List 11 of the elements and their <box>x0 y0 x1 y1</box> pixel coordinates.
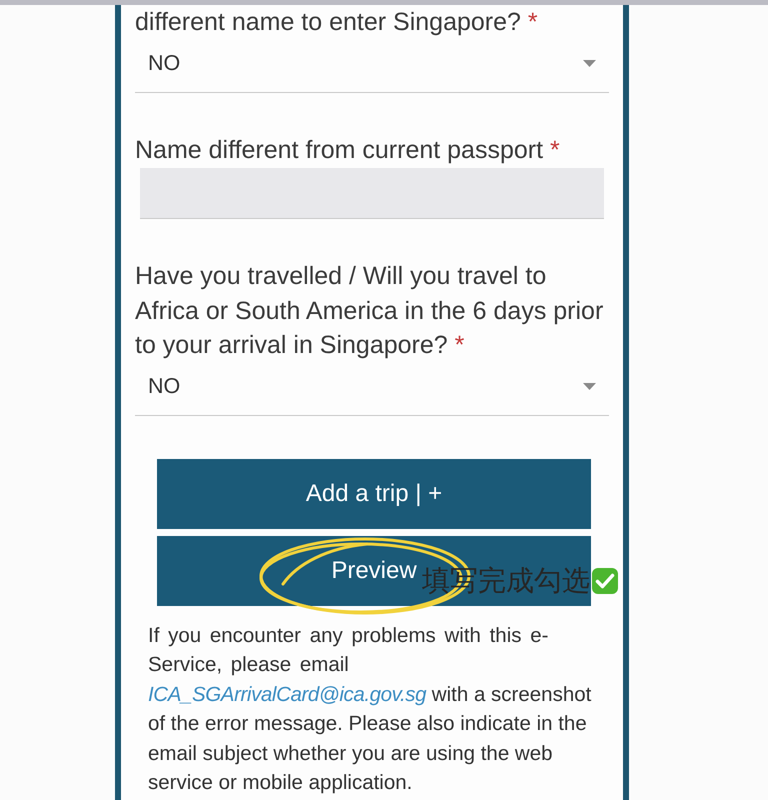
field-label: different name to enter Singapore? * <box>135 7 539 38</box>
field-label: Name different from current passport * <box>135 134 561 166</box>
dropdown-caret-icon <box>583 383 596 390</box>
field-label: Have you travelled / Will you travel to Africa or South America in the 6 days prior to your arrival in Singapore? * <box>135 261 604 361</box>
check-mark-icon <box>592 568 618 594</box>
help-text: If you encounter any problems with this e-Service, please email ICA_SGArrivalCard@ica.gov.sg with a screenshot of the error message. Please also indicate in the email subject whether you are using the web service or mobile application. <box>148 622 592 796</box>
dropdown-field[interactable]: NO <box>135 362 609 416</box>
email-link[interactable]: ICA_SGArrivalCard@ica.gov.sg <box>148 682 426 706</box>
dropdown-caret-icon <box>583 60 596 67</box>
dropdown-field[interactable]: NO <box>135 40 609 92</box>
form-button[interactable]: Add a trip | + <box>157 458 591 528</box>
